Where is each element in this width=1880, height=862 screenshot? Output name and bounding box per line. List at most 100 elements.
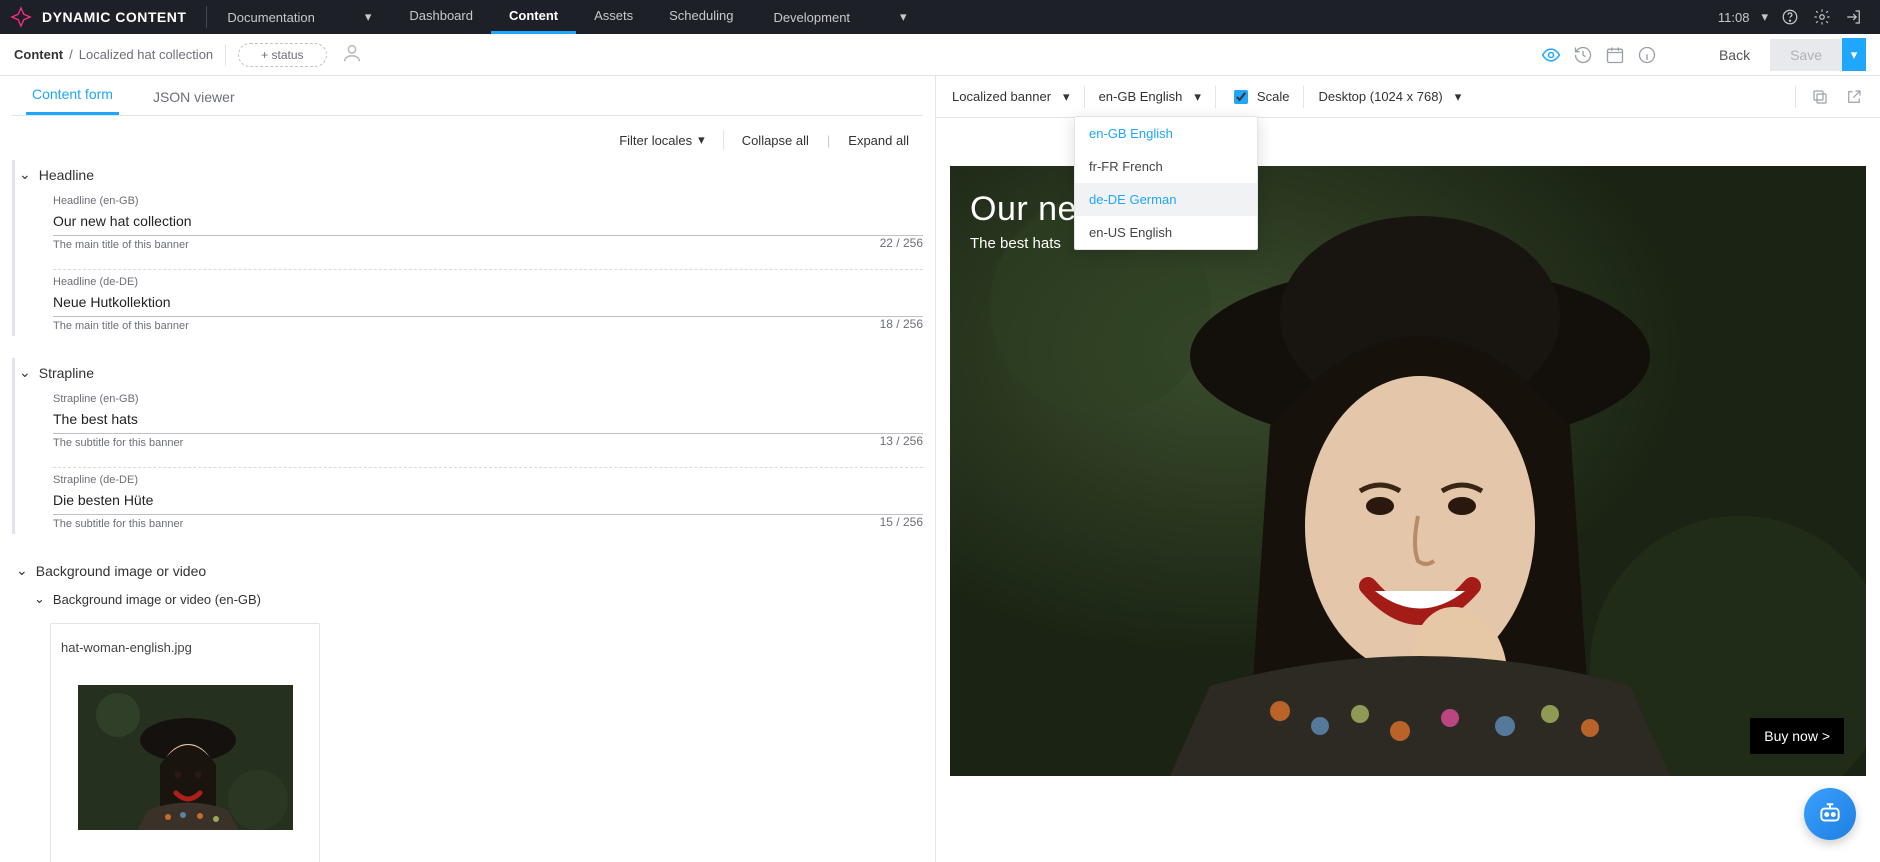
field-hint: The main title of this banner — [53, 239, 189, 251]
chevron-down-icon: ▾ — [365, 9, 372, 25]
divider — [206, 6, 207, 28]
divider — [1795, 86, 1796, 108]
save-button[interactable]: Save — [1770, 39, 1842, 71]
device-dropdown[interactable]: Desktop (1024 x 768)▾ — [1318, 89, 1461, 105]
main-nav: Dashboard Content Assets Scheduling — [391, 0, 751, 34]
info-icon[interactable] — [1637, 45, 1657, 65]
field-label: Headline (en-GB) — [53, 195, 923, 207]
char-count: 22 / 256 — [880, 236, 923, 250]
clock: 11:08 — [1718, 10, 1750, 25]
expand-all-button[interactable]: Expand all — [848, 133, 909, 148]
chevron-down-icon: ⌄ — [19, 166, 31, 183]
group-strapline: ⌄ Strapline Strapline (en-GB) The best h… — [12, 358, 923, 534]
help-icon[interactable] — [1780, 7, 1800, 27]
form-panel: Content form JSON viewer Filter locales … — [0, 76, 936, 862]
chevron-down-icon: ▾ — [1063, 89, 1070, 105]
preview-panel: Localized banner▾ en-GB English▾ Scale D… — [936, 76, 1880, 862]
chevron-down-icon: ▾ — [698, 132, 705, 148]
locale-dropdown[interactable]: en-GB English▾ — [1099, 89, 1201, 105]
text-input[interactable]: Our new hat collection — [53, 207, 923, 236]
field-label: Strapline (de-DE) — [53, 474, 923, 486]
hero-banner: Our new h The best hats Buy now > — [950, 166, 1866, 776]
chevron-down-icon: ▾ — [1455, 89, 1462, 105]
field-label: Strapline (en-GB) — [53, 393, 923, 405]
chevron-down-icon: ▾ — [1194, 89, 1201, 105]
divider — [1303, 86, 1304, 108]
group-toggle-background[interactable]: ⌄ Background image or video — [16, 556, 923, 585]
back-button[interactable]: Back — [1711, 47, 1758, 63]
tab-content-form[interactable]: Content form — [26, 76, 119, 115]
locale-option-en-us[interactable]: en-US English — [1075, 216, 1257, 249]
group-toggle-headline[interactable]: ⌄ Headline — [19, 160, 923, 189]
popout-icon[interactable] — [1844, 87, 1864, 107]
nav-dashboard[interactable]: Dashboard — [391, 0, 491, 34]
nav-scheduling[interactable]: Scheduling — [651, 0, 751, 34]
crumb-current: Localized hat collection — [79, 47, 213, 62]
form-tabs: Content form JSON viewer — [12, 76, 923, 116]
brand-text: DYNAMIC CONTENT — [42, 9, 186, 25]
text-input[interactable]: Neue Hutkollektion — [53, 288, 923, 317]
text-input[interactable]: Die besten Hüte — [53, 486, 923, 515]
char-count: 15 / 256 — [880, 515, 923, 529]
top-nav: DYNAMIC CONTENT Documentation ▾ Dashboar… — [0, 0, 1880, 34]
device-frame: Our new h The best hats Buy now > — [950, 166, 1866, 862]
scale-input[interactable] — [1234, 90, 1248, 104]
locale-option-de-de[interactable]: de-DE German — [1075, 183, 1257, 216]
field-strapline-de: Strapline (de-DE) Die besten Hüte 15 / 2… — [53, 474, 923, 534]
add-status-button[interactable]: + status — [238, 43, 326, 67]
subgroup-toggle-bg-en[interactable]: ⌄ Background image or video (en-GB) — [16, 585, 923, 613]
locale-option-en-gb[interactable]: en-GB English — [1075, 117, 1257, 150]
field-label: Headline (de-DE) — [53, 276, 923, 288]
calendar-icon[interactable] — [1605, 45, 1625, 65]
nav-content[interactable]: Content — [491, 0, 576, 34]
chevron-down-icon[interactable]: ▾ — [1761, 9, 1768, 25]
divider — [1215, 86, 1216, 108]
nav-assets[interactable]: Assets — [576, 0, 651, 34]
filter-locales-dropdown[interactable]: Filter locales ▾ — [619, 132, 705, 148]
env-dropdown[interactable]: Development ▾ — [763, 9, 916, 25]
breadcrumb: Content / Localized hat collection — [14, 47, 213, 62]
divider — [1084, 86, 1085, 108]
text-input[interactable]: The best hats — [53, 405, 923, 434]
divider — [53, 269, 923, 270]
crumb-root[interactable]: Content — [14, 47, 63, 62]
field-hint: The subtitle for this banner — [53, 518, 183, 530]
chevron-down-icon: ▾ — [900, 9, 907, 25]
image-card[interactable]: hat-woman-english.jpg — [50, 623, 320, 862]
crumb-sep: / — [69, 47, 73, 62]
group-headline: ⌄ Headline Headline (en-GB) Our new hat … — [12, 160, 923, 336]
docs-dropdown[interactable]: Documentation ▾ — [217, 9, 381, 25]
collapse-all-button[interactable]: Collapse all — [742, 133, 809, 148]
banner-type-dropdown[interactable]: Localized banner▾ — [952, 89, 1070, 105]
logo-icon — [10, 6, 32, 28]
form-toolbar: Filter locales ▾ Collapse all | Expand a… — [12, 116, 923, 160]
char-count: 13 / 256 — [880, 434, 923, 448]
hero-footer — [950, 776, 1866, 856]
hero-cta-button[interactable]: Buy now > — [1750, 718, 1844, 754]
char-count: 18 / 256 — [880, 317, 923, 331]
brand: DYNAMIC CONTENT — [6, 6, 196, 28]
gear-icon[interactable] — [1812, 7, 1832, 27]
tab-json-viewer[interactable]: JSON viewer — [147, 79, 241, 115]
save-button-group: Save ▾ — [1770, 38, 1866, 71]
field-headline-de: Headline (de-DE) Neue Hutkollektion 18 /… — [53, 276, 923, 336]
field-strapline-en: Strapline (en-GB) The best hats 13 / 256… — [53, 393, 923, 453]
save-menu-button[interactable]: ▾ — [1842, 38, 1866, 71]
field-hint: The main title of this banner — [53, 320, 189, 332]
logout-icon[interactable] — [1844, 7, 1864, 27]
assignee-icon[interactable] — [341, 42, 363, 67]
preview-toolbar: Localized banner▾ en-GB English▾ Scale D… — [936, 76, 1880, 118]
locale-option-fr-fr[interactable]: fr-FR French — [1075, 150, 1257, 183]
content-toolbar: Content / Localized hat collection + sta… — [0, 34, 1880, 76]
group-toggle-strapline[interactable]: ⌄ Strapline — [19, 358, 923, 387]
chatbot-button[interactable] — [1804, 788, 1856, 840]
divider — [723, 130, 724, 150]
copy-icon[interactable] — [1810, 87, 1830, 107]
preview-eye-icon[interactable] — [1541, 45, 1561, 65]
history-icon[interactable] — [1573, 45, 1593, 65]
locale-menu: en-GB English fr-FR French de-DE German … — [1074, 116, 1258, 250]
scale-checkbox[interactable]: Scale — [1230, 87, 1290, 107]
group-background: ⌄ Background image or video ⌄ Background… — [12, 556, 923, 862]
image-filename: hat-woman-english.jpg — [61, 640, 309, 655]
divider — [225, 44, 226, 66]
